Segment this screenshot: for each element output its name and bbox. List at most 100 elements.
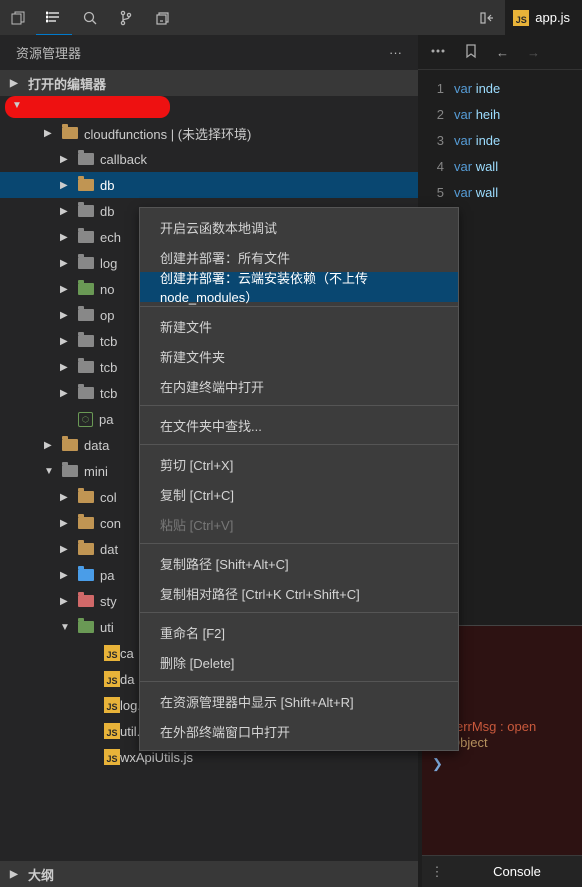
tree-label: db: [100, 204, 114, 219]
console-tab[interactable]: Console: [452, 864, 582, 879]
menu-item[interactable]: 复制路径 [Shift+Alt+C]: [140, 548, 458, 578]
folder-icon: [78, 361, 94, 373]
js-file-icon: JS: [513, 10, 529, 26]
tree-label: tcb: [100, 334, 117, 349]
menu-item[interactable]: 重命名 [F2]: [140, 617, 458, 647]
menu-item[interactable]: 在文件夹中查找...: [140, 410, 458, 440]
folder-icon: [78, 543, 94, 555]
tree-label: data: [84, 438, 109, 453]
folder-icon: [78, 257, 94, 269]
folder-icon: [78, 283, 94, 295]
chevron-icon[interactable]: ▶: [60, 180, 72, 191]
chevron-icon[interactable]: ▶: [44, 440, 56, 451]
chevron-icon[interactable]: ▼: [60, 622, 72, 633]
menu-item[interactable]: 开启云函数本地调试: [140, 212, 458, 242]
panel-menu-icon[interactable]: ⋮: [422, 864, 452, 880]
menu-item[interactable]: 剪切 [Ctrl+X]: [140, 449, 458, 479]
folder-icon: [62, 465, 78, 477]
tree-label: tcb: [100, 386, 117, 401]
chevron-icon[interactable]: ▼: [44, 466, 56, 477]
chevron-icon[interactable]: ▶: [60, 336, 72, 347]
chevron-icon[interactable]: ▶: [60, 154, 72, 165]
tree-label: tcb: [100, 360, 117, 375]
project-root-redacted[interactable]: ▼: [0, 96, 418, 120]
tree-label: callback: [100, 152, 147, 167]
tree-label: pa: [99, 412, 113, 427]
folder-icon: [78, 231, 94, 243]
tree-label: col: [100, 490, 117, 505]
folder-icon: [62, 439, 78, 451]
chevron-icon[interactable]: ▶: [60, 544, 72, 555]
save-all-icon[interactable]: [144, 0, 180, 35]
tree-row[interactable]: ▶ db: [0, 172, 418, 198]
chevron-icon[interactable]: ▶: [60, 388, 72, 399]
more-icon[interactable]: ···: [389, 45, 402, 60]
node-icon: ⬡: [78, 412, 93, 427]
folder-icon: [78, 205, 94, 217]
tree-label: ca: [120, 646, 134, 661]
tree-label: mini: [84, 464, 108, 479]
tree-label: no: [100, 282, 114, 297]
menu-icon[interactable]: [36, 0, 72, 35]
menu-item[interactable]: 在外部终端窗口中打开: [140, 716, 458, 746]
folder-icon: [62, 127, 78, 139]
sidebar-toggle-icon[interactable]: [469, 0, 505, 35]
bookmark-icon[interactable]: [464, 43, 478, 62]
menu-item: 粘贴 [Ctrl+V]: [140, 509, 458, 539]
folder-icon: [78, 491, 94, 503]
nav-fwd-icon[interactable]: →: [527, 45, 540, 60]
menu-item[interactable]: 创建并部署：云端安装依赖（不上传 node_modules）: [140, 272, 458, 302]
menu-item[interactable]: 在内建终端中打开: [140, 371, 458, 401]
menu-item[interactable]: 删除 [Delete]: [140, 647, 458, 677]
folder-icon: [78, 569, 94, 581]
js-file-icon: JS: [104, 723, 120, 739]
folder-icon: [78, 517, 94, 529]
console-prompt-icon[interactable]: ❯: [432, 756, 572, 772]
tree-label: ech: [100, 230, 121, 245]
chevron-icon[interactable]: ▶: [60, 284, 72, 295]
chevron-icon[interactable]: ▶: [60, 310, 72, 321]
tree-label: cloudfunctions | (未选择环境): [84, 124, 251, 143]
tab-label: app.js: [535, 10, 570, 25]
chevron-icon[interactable]: ▶: [60, 570, 72, 581]
chevron-icon[interactable]: ▶: [44, 128, 56, 139]
js-file-icon: JS: [104, 749, 120, 765]
chevron-icon[interactable]: ▶: [60, 362, 72, 373]
editor-tab[interactable]: JS app.js: [505, 0, 582, 35]
menu-item[interactable]: 复制 [Ctrl+C]: [140, 479, 458, 509]
tree-label: pa: [100, 568, 114, 583]
context-menu: 开启云函数本地调试创建并部署：所有文件创建并部署：云端安装依赖（不上传 node…: [139, 207, 459, 751]
menu-item[interactable]: 新建文件: [140, 311, 458, 341]
search-icon[interactable]: [72, 0, 108, 35]
chevron-icon[interactable]: ▶: [60, 596, 72, 607]
tree-label: db: [100, 178, 114, 193]
tree-label: con: [100, 516, 121, 531]
folder-icon: [78, 335, 94, 347]
folder-icon: [78, 595, 94, 607]
open-editors-section[interactable]: ▶打开的编辑器: [0, 70, 418, 96]
tree-label: wxApiUtils.js: [120, 750, 193, 765]
menu-item[interactable]: 在资源管理器中显示 [Shift+Alt+R]: [140, 686, 458, 716]
chevron-icon[interactable]: ▶: [60, 518, 72, 529]
tree-label: da: [120, 672, 134, 687]
tree-label: log: [100, 256, 117, 271]
bottom-tabs: ⋮ Console: [422, 855, 582, 887]
js-file-icon: JS: [104, 697, 120, 713]
chevron-icon[interactable]: ▶: [60, 258, 72, 269]
tree-label: uti: [100, 620, 114, 635]
folder-icon: [78, 153, 94, 165]
outline-section[interactable]: ▶大纲: [0, 861, 418, 887]
files-icon[interactable]: [0, 0, 36, 35]
tree-row[interactable]: ▶ cloudfunctions | (未选择环境): [0, 120, 418, 146]
chevron-icon[interactable]: ▶: [60, 232, 72, 243]
menu-item[interactable]: 新建文件夹: [140, 341, 458, 371]
menu-item[interactable]: 复制相对路径 [Ctrl+K Ctrl+Shift+C]: [140, 578, 458, 608]
more-icon[interactable]: [430, 43, 446, 62]
tree-row[interactable]: ▶ callback: [0, 146, 418, 172]
folder-icon: [78, 179, 94, 191]
branch-icon[interactable]: [108, 0, 144, 35]
chevron-icon[interactable]: ▶: [60, 206, 72, 217]
folder-icon: [78, 309, 94, 321]
chevron-icon[interactable]: ▶: [60, 492, 72, 503]
nav-back-icon[interactable]: ←: [496, 45, 509, 60]
